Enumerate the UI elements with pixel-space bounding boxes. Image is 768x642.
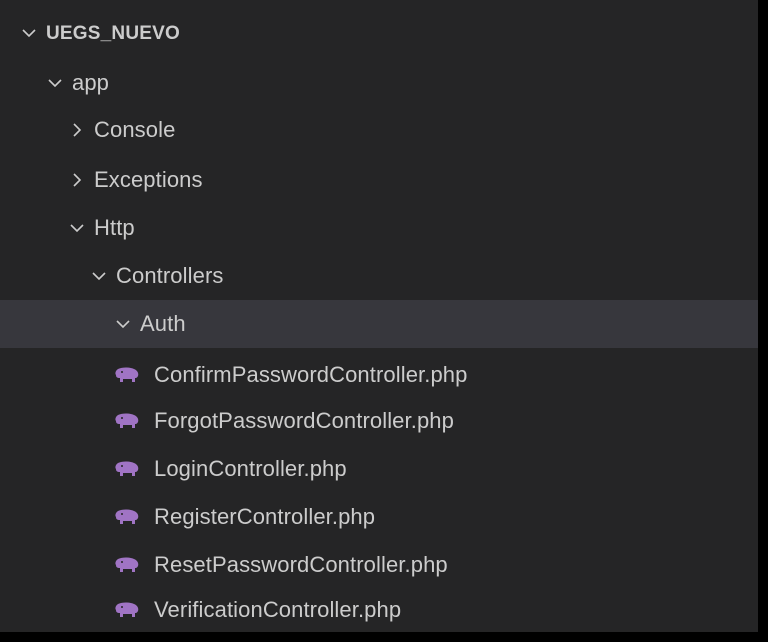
- php-elephant-icon: [114, 556, 140, 574]
- explorer-root-folder[interactable]: UEGS_NUEVO: [0, 10, 758, 56]
- tree-folder-exceptions[interactable]: Exceptions: [0, 157, 758, 203]
- tree-file[interactable]: ConfirmPasswordController.php: [0, 352, 758, 398]
- file-label: ResetPasswordController.php: [154, 552, 448, 577]
- tree-folder-app[interactable]: app: [0, 60, 758, 106]
- php-elephant-icon: [114, 460, 140, 478]
- folder-label: Controllers: [116, 263, 224, 288]
- chevron-down-icon: [20, 24, 38, 42]
- tree-folder-console[interactable]: Console: [0, 107, 758, 153]
- file-label: ForgotPasswordController.php: [154, 408, 454, 433]
- file-label: LoginController.php: [154, 456, 347, 481]
- tree-folder-http[interactable]: Http: [0, 205, 758, 251]
- php-elephant-icon: [114, 412, 140, 430]
- folder-label: Http: [94, 215, 135, 240]
- file-label: VerificationController.php: [154, 597, 402, 622]
- tree-folder-auth[interactable]: Auth: [0, 300, 758, 348]
- tree-file[interactable]: ForgotPasswordController.php: [0, 398, 758, 444]
- tree-file[interactable]: LoginController.php: [0, 446, 758, 492]
- tree-file[interactable]: ResetPasswordController.php: [0, 542, 758, 588]
- php-elephant-icon: [114, 508, 140, 526]
- window-edge: [758, 0, 768, 642]
- folder-label: Auth: [140, 311, 186, 336]
- chevron-right-icon: [68, 171, 86, 189]
- file-explorer: UEGS_NUEVO app Console Exceptions Http C…: [0, 0, 768, 642]
- chevron-down-icon: [68, 219, 86, 237]
- chevron-down-icon: [114, 315, 132, 333]
- php-elephant-icon: [114, 366, 140, 384]
- file-label: RegisterController.php: [154, 504, 376, 529]
- root-folder-label: UEGS_NUEVO: [46, 22, 180, 44]
- tree-file[interactable]: RegisterController.php: [0, 494, 758, 540]
- php-elephant-icon: [114, 601, 140, 619]
- file-label: ConfirmPasswordController.php: [154, 362, 468, 387]
- tree-file[interactable]: VerificationController.php: [0, 588, 758, 632]
- tree-folder-controllers[interactable]: Controllers: [0, 253, 758, 299]
- chevron-down-icon: [46, 74, 64, 92]
- folder-label: app: [72, 70, 110, 95]
- chevron-down-icon: [90, 267, 108, 285]
- chevron-right-icon: [68, 121, 86, 139]
- window-edge: [0, 632, 768, 642]
- folder-label: Console: [94, 117, 176, 142]
- folder-label: Exceptions: [94, 167, 203, 192]
